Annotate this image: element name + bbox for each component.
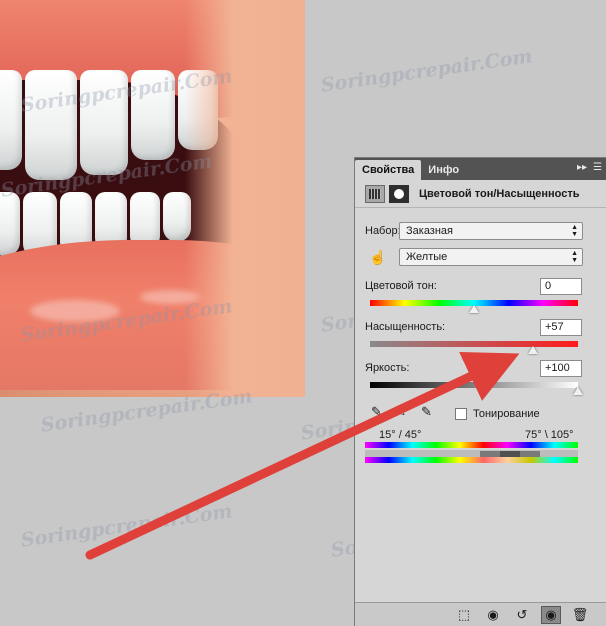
trash-icon[interactable]: 🗑 (570, 606, 590, 624)
panel-header: Цветовой тон/Насыщенность (355, 180, 606, 208)
saturation-input[interactable]: +57 (540, 319, 582, 336)
eyedropper-minus-icon[interactable]: ✎ (421, 404, 432, 420)
input-spectrum-bar (365, 442, 578, 448)
skin-cheek (185, 0, 305, 397)
saturation-slider-thumb[interactable] (528, 346, 539, 354)
view-previous-icon[interactable]: ◉ (483, 606, 503, 624)
lightness-slider-thumb[interactable] (573, 387, 583, 395)
channel-select[interactable]: Желтые ▲ ▼ (399, 248, 583, 266)
target-adjust-hand-icon[interactable]: ☝ (369, 249, 386, 266)
watermark: Soringpcrepair.Com (19, 500, 234, 552)
eyedropper-plus-icon[interactable]: ✎ (395, 404, 406, 420)
range-right-readout: 75° \ 105° (525, 429, 574, 441)
panel-controls: ▸▸ ☰ (577, 162, 602, 173)
lightness-input[interactable]: +100 (540, 360, 582, 377)
panel-title: Цветовой тон/Насыщенность (419, 187, 580, 200)
panel-menu-icon[interactable]: ☰ (593, 162, 602, 173)
tab-info[interactable]: Инфо (421, 160, 466, 180)
range-left-readout: 15° / 45° (379, 429, 422, 441)
select-arrows-icon: ▲ ▼ (571, 224, 578, 238)
reset-icon[interactable]: ↺ (512, 606, 532, 624)
clip-to-layer-icon[interactable]: ⬚ (454, 606, 474, 624)
panel-bottom-toolbar: ⬚ ◉ ↺ ◉ 🗑 (355, 602, 606, 626)
saturation-slider-track[interactable] (370, 341, 578, 347)
saturation-label: Насыщенность: (365, 321, 446, 333)
preset-label: Набор: (365, 225, 401, 237)
select-arrows-icon: ▲ ▼ (571, 250, 578, 264)
colorize-checkbox[interactable] (455, 408, 467, 420)
hue-slider-thumb[interactable] (469, 305, 479, 313)
panel-tabs: Свойства Инфо ▸▸ ☰ (355, 158, 606, 180)
preset-select[interactable]: Заказная ▲ ▼ (399, 222, 583, 240)
output-spectrum-bar (365, 457, 578, 463)
watermark: Soringpcrepair.Com (319, 45, 534, 97)
properties-panel: Свойства Инфо ▸▸ ☰ Цветовой тон/Насыщенн… (354, 157, 606, 626)
collapse-icon[interactable]: ▸▸ (577, 162, 587, 173)
adjustment-icon[interactable] (365, 184, 385, 203)
tab-properties[interactable]: Свойства (355, 160, 422, 180)
colorize-label: Тонирование (473, 408, 540, 420)
hue-input[interactable]: 0 (540, 278, 582, 295)
visibility-icon[interactable]: ◉ (541, 605, 561, 624)
hue-label: Цветовой тон: (365, 280, 437, 292)
lightness-slider-track[interactable] (370, 382, 578, 388)
teeth-photo (0, 0, 305, 397)
eyedropper-icon[interactable]: ✎ (371, 404, 382, 420)
mask-icon[interactable] (389, 184, 409, 203)
preset-value: Заказная (406, 225, 454, 237)
lightness-label: Яркость: (365, 362, 410, 374)
channel-value: Желтые (406, 251, 448, 263)
